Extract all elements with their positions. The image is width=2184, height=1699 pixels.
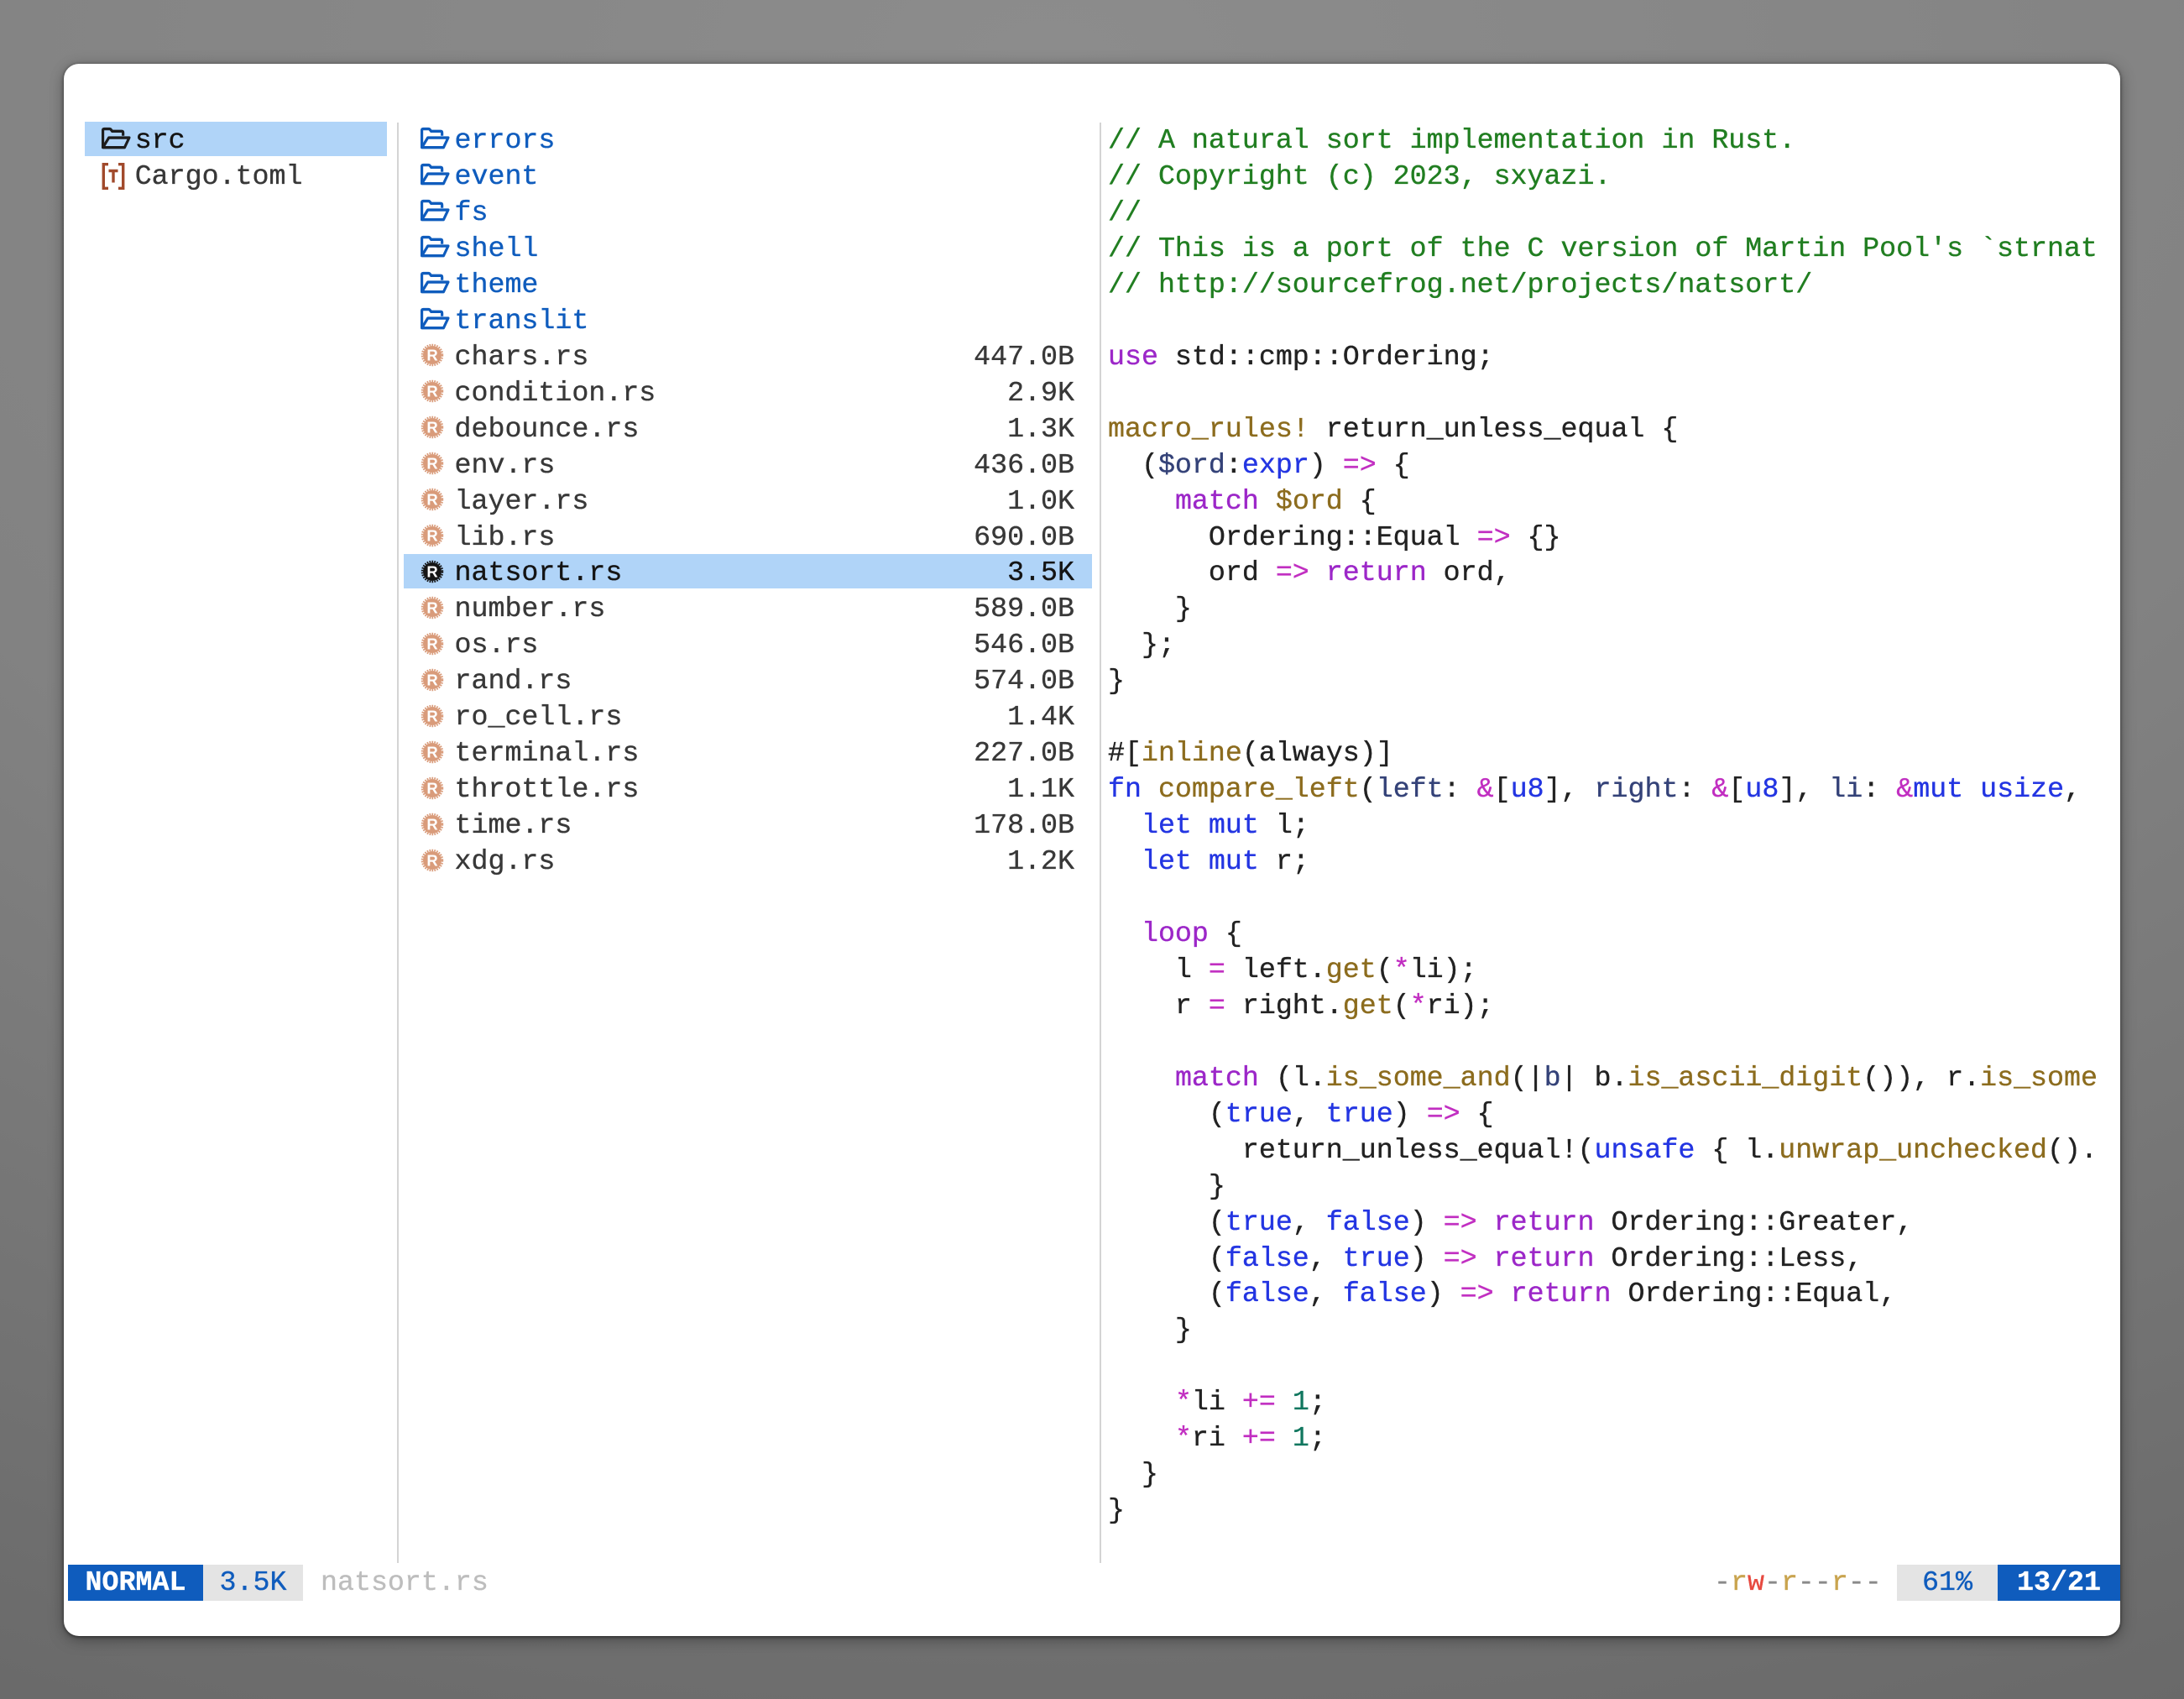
- svg-text:R: R: [426, 383, 437, 400]
- svg-text:R: R: [426, 419, 437, 437]
- svg-text:R: R: [426, 707, 437, 724]
- svg-text:R: R: [426, 815, 437, 833]
- svg-text:R: R: [426, 527, 437, 545]
- svg-text:R: R: [426, 779, 437, 797]
- svg-text:R: R: [426, 635, 437, 652]
- svg-text:R: R: [426, 599, 437, 616]
- svg-text:R: R: [426, 455, 437, 473]
- svg-text:R: R: [426, 671, 437, 688]
- svg-text:R: R: [426, 562, 437, 580]
- svg-text:R: R: [426, 851, 437, 869]
- svg-text:R: R: [426, 743, 437, 761]
- svg-text:R: R: [426, 347, 437, 364]
- svg-text:R: R: [426, 491, 437, 509]
